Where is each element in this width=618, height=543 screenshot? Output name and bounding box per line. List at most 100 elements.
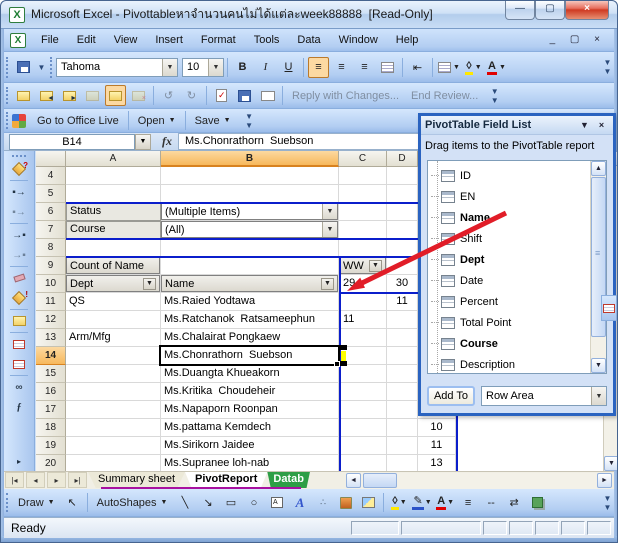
trace-error-button[interactable]: ? xyxy=(7,159,31,179)
dropdown-arrow-icon[interactable]: ▼ xyxy=(162,59,177,76)
edit-watch-button[interactable] xyxy=(7,354,31,374)
dropdown-arrow-icon[interactable]: ▼ xyxy=(208,59,223,76)
arrow-style-button[interactable]: ⇄ xyxy=(504,492,525,513)
toolbar-grip[interactable] xyxy=(6,57,9,78)
pivot-page-field-label[interactable]: Status xyxy=(66,203,161,221)
toolbar-grip[interactable] xyxy=(12,155,26,157)
select-all-corner[interactable] xyxy=(36,151,66,167)
new-comment-button[interactable] xyxy=(13,85,34,106)
week-header-cell[interactable]: 29 xyxy=(339,275,387,293)
menu-window[interactable]: Window xyxy=(330,29,387,51)
field-item-id[interactable]: ID xyxy=(431,165,471,186)
error-checking-button[interactable]: ! xyxy=(7,288,31,308)
workbook-window-controls[interactable]: _ ▢ × xyxy=(550,29,606,51)
toolbar-grip[interactable] xyxy=(6,87,9,105)
row-header[interactable]: 15 xyxy=(36,365,66,383)
field-item-name[interactable]: Name xyxy=(431,207,490,228)
toolbar-overflow-chevron[interactable]: ▼▼ xyxy=(243,109,256,132)
fill-color-button[interactable]: ◊▼ xyxy=(463,57,484,78)
row-header[interactable]: 5 xyxy=(36,185,66,203)
toolbar-overflow[interactable]: ▸ xyxy=(7,451,31,471)
font-size-combo[interactable]: 10 ▼ xyxy=(182,58,224,77)
column-header-a[interactable]: A xyxy=(66,151,161,167)
toolbar-grip[interactable] xyxy=(6,493,9,512)
show-all-comments-button[interactable] xyxy=(105,85,126,106)
pivot-page-field-label[interactable]: Course xyxy=(66,221,161,239)
font-color-button[interactable]: A▼ xyxy=(486,57,507,78)
pivot-row-field-dept[interactable]: Dept▼ xyxy=(66,275,160,292)
name-cell[interactable]: Ms.Kritika Choudeheir xyxy=(161,383,339,401)
previous-comment-button[interactable]: ◄ xyxy=(36,85,57,106)
minimize-button[interactable]: — xyxy=(505,1,535,20)
pivot-column-field-ww[interactable]: WW▼ xyxy=(339,257,386,274)
dropdown-arrow-icon[interactable]: ▼ xyxy=(321,278,334,290)
remove-all-arrows-button[interactable] xyxy=(7,268,31,288)
menu-help[interactable]: Help xyxy=(387,29,428,51)
row-header[interactable]: 10 xyxy=(36,275,66,293)
tab-database[interactable]: Datab xyxy=(267,472,310,488)
delete-comment-button[interactable]: × xyxy=(128,85,149,106)
pivot-row-field-name[interactable]: Name▼ xyxy=(161,275,338,292)
font-name-combo[interactable]: Tahoma ▼ xyxy=(56,58,178,77)
add-to-button[interactable]: Add To xyxy=(427,386,475,406)
font-color-button[interactable]: A▼ xyxy=(435,492,456,513)
pivot-data-field-button[interactable]: Count of Name xyxy=(66,257,160,274)
arrow-button[interactable]: ↘ xyxy=(197,492,218,513)
diagram-button[interactable]: ∴ xyxy=(312,492,333,513)
toolbar-overflow-chevron[interactable]: ▼▼ xyxy=(601,52,614,82)
draw-menu-button[interactable]: Draw▼ xyxy=(13,492,60,513)
menu-edit[interactable]: Edit xyxy=(68,29,105,51)
show-ink-button[interactable]: ↺ xyxy=(158,85,179,106)
scroll-up-button[interactable]: ▲ xyxy=(591,161,606,176)
insert-function-button[interactable]: fx xyxy=(162,134,172,149)
first-sheet-button[interactable]: |◂ xyxy=(5,472,24,488)
week-header-cell[interactable]: 30 xyxy=(387,275,418,293)
trace-dependents-button[interactable]: →▪ xyxy=(7,225,31,245)
field-list-scrollbar[interactable]: ▲ ▼ xyxy=(590,161,606,373)
insert-function-button[interactable]: ƒ xyxy=(7,397,31,417)
menu-insert[interactable]: Insert xyxy=(146,29,192,51)
save-menu-button[interactable]: Save▼ xyxy=(190,110,236,131)
field-item-course[interactable]: Course xyxy=(431,333,498,354)
scroll-left-button[interactable]: ◄ xyxy=(346,473,361,488)
fill-color-button[interactable]: ◊▼ xyxy=(388,492,409,513)
show-comment-button[interactable] xyxy=(82,85,103,106)
align-right-button[interactable]: ≡ xyxy=(354,57,375,78)
horizontal-scrollbar[interactable]: ◄ ► xyxy=(346,473,612,489)
go-to-office-live-button[interactable]: Go to Office Live xyxy=(32,110,124,131)
maximize-button[interactable]: ▢ xyxy=(535,1,565,20)
toolbar-overflow-chevron[interactable]: ▼▼ xyxy=(488,83,501,108)
tab-pivotreport[interactable]: PivotReport xyxy=(185,472,267,488)
field-item-description[interactable]: Description xyxy=(431,354,515,374)
autoshapes-menu-button[interactable]: AutoShapes▼ xyxy=(92,492,173,513)
value-cell[interactable]: 11 xyxy=(387,293,418,311)
show-watch-window-button[interactable] xyxy=(7,334,31,354)
menu-format[interactable]: Format xyxy=(192,29,245,51)
value-cell[interactable]: 11 xyxy=(339,311,387,329)
row-header[interactable]: 13 xyxy=(36,329,66,347)
dropdown-arrow-icon[interactable]: ▼ xyxy=(369,260,382,272)
dash-style-button[interactable]: -- xyxy=(481,492,502,513)
save-button[interactable] xyxy=(13,57,34,78)
row-header[interactable]: 8 xyxy=(36,239,66,257)
row-header[interactable]: 11 xyxy=(36,293,66,311)
row-header[interactable]: 18 xyxy=(36,419,66,437)
next-sheet-button[interactable]: ▸ xyxy=(47,472,66,488)
toolbar-overflow-chevron[interactable]: ▼▼ xyxy=(601,489,614,516)
panel-menu-button[interactable]: ▼ xyxy=(577,118,592,132)
name-cell[interactable]: Ms.Ratchanok Ratsameephun xyxy=(161,311,339,329)
scroll-down-button[interactable]: ▼ xyxy=(604,456,618,471)
italic-button[interactable]: I xyxy=(255,57,276,78)
update-file-button[interactable]: ✓ xyxy=(211,85,232,106)
row-header[interactable]: 7 xyxy=(36,221,66,239)
name-box[interactable]: B14 xyxy=(9,134,135,150)
menu-file[interactable]: File xyxy=(32,29,68,51)
row-header[interactable]: 6 xyxy=(36,203,66,221)
save-version-button[interactable] xyxy=(234,85,255,106)
text-box-button[interactable]: A xyxy=(266,492,287,513)
column-header-c[interactable]: C xyxy=(339,151,387,167)
dropdown-arrow-icon[interactable]: ▼ xyxy=(143,278,156,290)
field-item-date[interactable]: Date xyxy=(431,270,483,291)
value-cell[interactable]: 11 xyxy=(418,437,456,455)
close-button[interactable]: × xyxy=(565,1,609,20)
